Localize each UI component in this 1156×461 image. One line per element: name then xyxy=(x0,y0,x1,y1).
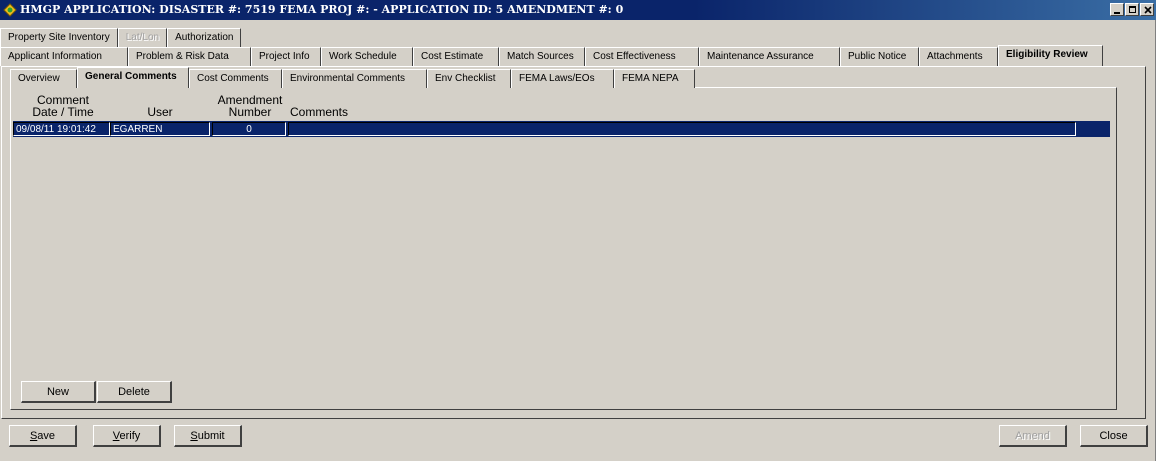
application-window: HMGP APPLICATION: DISASTER #: 7519 FEMA … xyxy=(0,0,1156,461)
new-button[interactable]: New xyxy=(21,381,96,403)
cell-comments[interactable] xyxy=(288,122,1076,136)
cell-amendment[interactable]: 0 xyxy=(212,122,286,136)
tab-row-1: Property Site Inventory Lat/Lon Authoriz… xyxy=(0,27,242,47)
tab-cost-comments[interactable]: Cost Comments xyxy=(189,69,282,88)
header-comment-date-time: Comment Date / Time xyxy=(32,93,94,119)
tab-fema-nepa[interactable]: FEMA NEPA xyxy=(614,69,695,88)
header-comments: Comments xyxy=(290,105,349,119)
tab-overview[interactable]: Overview xyxy=(10,69,77,88)
tab-env-checklist[interactable]: Env Checklist xyxy=(427,69,511,88)
submit-button[interactable]: Submit xyxy=(174,425,242,447)
close-icon[interactable] xyxy=(1140,3,1154,16)
tab-authorization[interactable]: Authorization xyxy=(167,28,242,47)
title-bar: HMGP APPLICATION: DISASTER #: 7519 FEMA … xyxy=(0,0,1156,20)
tab-eligibility-review[interactable]: Eligibility Review xyxy=(998,45,1103,66)
amend-button: Amend xyxy=(999,425,1067,447)
delete-button[interactable]: Delete xyxy=(97,381,172,403)
maximize-icon[interactable] xyxy=(1125,3,1139,16)
app-icon xyxy=(3,3,17,17)
tab-cost-estimate[interactable]: Cost Estimate xyxy=(413,47,499,66)
tab-problem-risk-data[interactable]: Problem & Risk Data xyxy=(128,47,251,66)
tab-property-site-inventory[interactable]: Property Site Inventory xyxy=(0,28,118,47)
cell-datetime[interactable]: 09/08/11 19:01:42 xyxy=(13,122,110,136)
header-user: User xyxy=(147,105,173,119)
tab-lat-lon: Lat/Lon xyxy=(117,28,168,47)
tab-cost-effectiveness[interactable]: Cost Effectiveness xyxy=(585,47,699,66)
close-button[interactable]: Close xyxy=(1080,425,1148,447)
verify-button[interactable]: Verify xyxy=(93,425,161,447)
tab-attachments[interactable]: Attachments xyxy=(919,47,998,66)
window-title: HMGP APPLICATION: DISASTER #: 7519 FEMA … xyxy=(20,3,624,16)
window-controls xyxy=(1109,3,1154,16)
tab-project-info[interactable]: Project Info xyxy=(251,47,321,66)
tab-row-3: Overview General Comments Cost Comments … xyxy=(10,67,695,88)
tab-match-sources[interactable]: Match Sources xyxy=(499,47,585,66)
tab-fema-laws-eos[interactable]: FEMA Laws/EOs xyxy=(511,69,614,88)
tab-maintenance-assurance[interactable]: Maintenance Assurance xyxy=(699,47,840,66)
tab-general-comments[interactable]: General Comments xyxy=(77,67,189,88)
minimize-icon[interactable] xyxy=(1110,3,1124,16)
tab-public-notice[interactable]: Public Notice xyxy=(840,47,919,66)
tab-row-2: Applicant Information Problem & Risk Dat… xyxy=(0,45,1146,66)
tab-applicant-information[interactable]: Applicant Information xyxy=(0,47,128,66)
tab-environmental-comments[interactable]: Environmental Comments xyxy=(282,69,427,88)
save-button[interactable]: Save xyxy=(9,425,77,447)
tab-work-schedule[interactable]: Work Schedule xyxy=(321,47,413,66)
cell-user[interactable]: EGARREN xyxy=(110,122,210,136)
table-row[interactable]: 09/08/11 19:01:42 EGARREN 0 xyxy=(13,121,1110,137)
header-amendment-number: Amendment Number xyxy=(217,93,283,119)
